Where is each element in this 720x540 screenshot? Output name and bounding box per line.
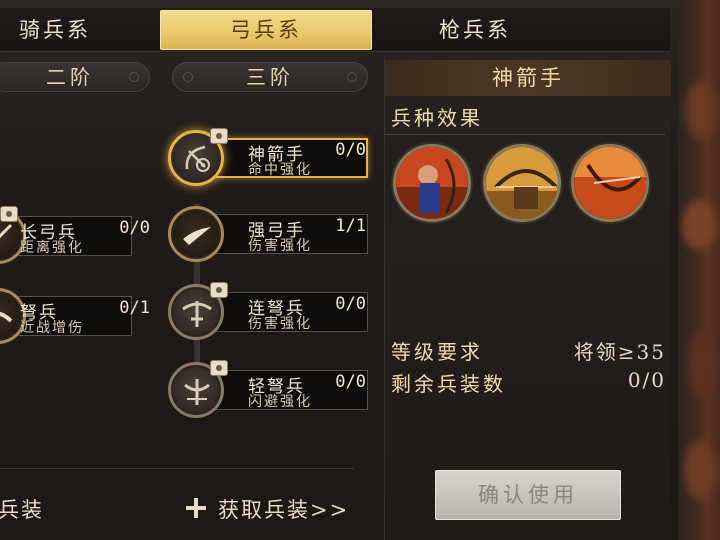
remaining-equipment-value: 0/0 xyxy=(627,368,666,392)
node-marksman[interactable]: 神箭手 0/0 命中强化 xyxy=(168,128,370,186)
plus-icon[interactable] xyxy=(186,498,206,518)
remaining-equipment-label: 剩余兵装数 xyxy=(391,372,506,396)
node-desc: 近战增伤 xyxy=(20,320,84,336)
lock-icon xyxy=(0,206,18,222)
effect-heading: 兵种效果 xyxy=(391,106,483,130)
detail-title: 神箭手 xyxy=(385,60,671,96)
node-count: 0/0 xyxy=(335,294,366,314)
node-count: 0/1 xyxy=(119,298,150,318)
node-desc: 伤害强化 xyxy=(248,316,312,332)
node-desc: 闪避强化 xyxy=(248,394,312,410)
node-longbow[interactable]: 长弓兵 0/0 距离强化 xyxy=(0,206,154,264)
node-count: 0/0 xyxy=(119,218,150,238)
node-desc: 距离强化 xyxy=(20,240,84,256)
lock-icon xyxy=(210,360,228,376)
level-requirement-value: 将领≥35 xyxy=(573,340,666,364)
acquire-equipment-link[interactable]: 获取兵装>> xyxy=(218,494,349,524)
tab-bar: 骑兵系 弓兵系 枪兵系 xyxy=(0,8,670,52)
node-count: 1/1 xyxy=(335,216,366,236)
unit-portrait-bow-aim[interactable] xyxy=(571,144,649,222)
tab-cavalry[interactable]: 骑兵系 xyxy=(0,10,110,50)
troop-upgrade-screen: 骑兵系 弓兵系 枪兵系 二阶 三阶 长弓兵 0/0 距离强化 弩兵 0/1 近战… xyxy=(0,0,720,540)
confirm-use-button[interactable]: 确认使用 xyxy=(435,470,621,520)
lock-icon xyxy=(210,128,228,144)
tier-3-text: 三阶 xyxy=(246,65,294,89)
tab-spearman[interactable]: 枪兵系 xyxy=(400,10,550,50)
footer-divider xyxy=(0,468,354,469)
node-light-crossbow[interactable]: 轻弩兵 0/0 闪避强化 xyxy=(168,360,370,418)
bow-icon xyxy=(168,206,224,262)
unit-portrait-archer[interactable] xyxy=(393,144,471,222)
node-count: 0/0 xyxy=(335,372,366,392)
equipment-label: 兵装 xyxy=(0,498,44,522)
node-repeater[interactable]: 连弩兵 0/0 伤害强化 xyxy=(168,282,370,340)
ornament-icon xyxy=(183,72,193,82)
background-scenery xyxy=(678,0,720,540)
node-count: 0/0 xyxy=(335,140,366,160)
node-strongbow[interactable]: 强弓手 1/1 伤害强化 xyxy=(168,206,370,262)
node-crossbow[interactable]: 弩兵 0/1 近战增伤 xyxy=(0,288,154,344)
tier-2-text: 二阶 xyxy=(46,65,94,89)
ornament-icon xyxy=(347,72,357,82)
tier-2-label: 二阶 xyxy=(0,62,150,92)
unit-portrait-bow-draw[interactable] xyxy=(483,144,561,222)
level-requirement-label: 等级要求 xyxy=(391,340,483,364)
node-desc: 伤害强化 xyxy=(248,238,312,254)
tier-3-label: 三阶 xyxy=(172,62,368,92)
ornament-icon xyxy=(129,72,139,82)
node-desc: 命中强化 xyxy=(248,162,312,178)
lock-icon xyxy=(210,282,228,298)
detail-panel: 神箭手 兵种效果 等级要求 将领≥35 剩余兵装数 0/0 确认使用 xyxy=(384,58,671,540)
tab-archer[interactable]: 弓兵系 xyxy=(160,10,372,50)
effect-divider xyxy=(385,134,665,135)
